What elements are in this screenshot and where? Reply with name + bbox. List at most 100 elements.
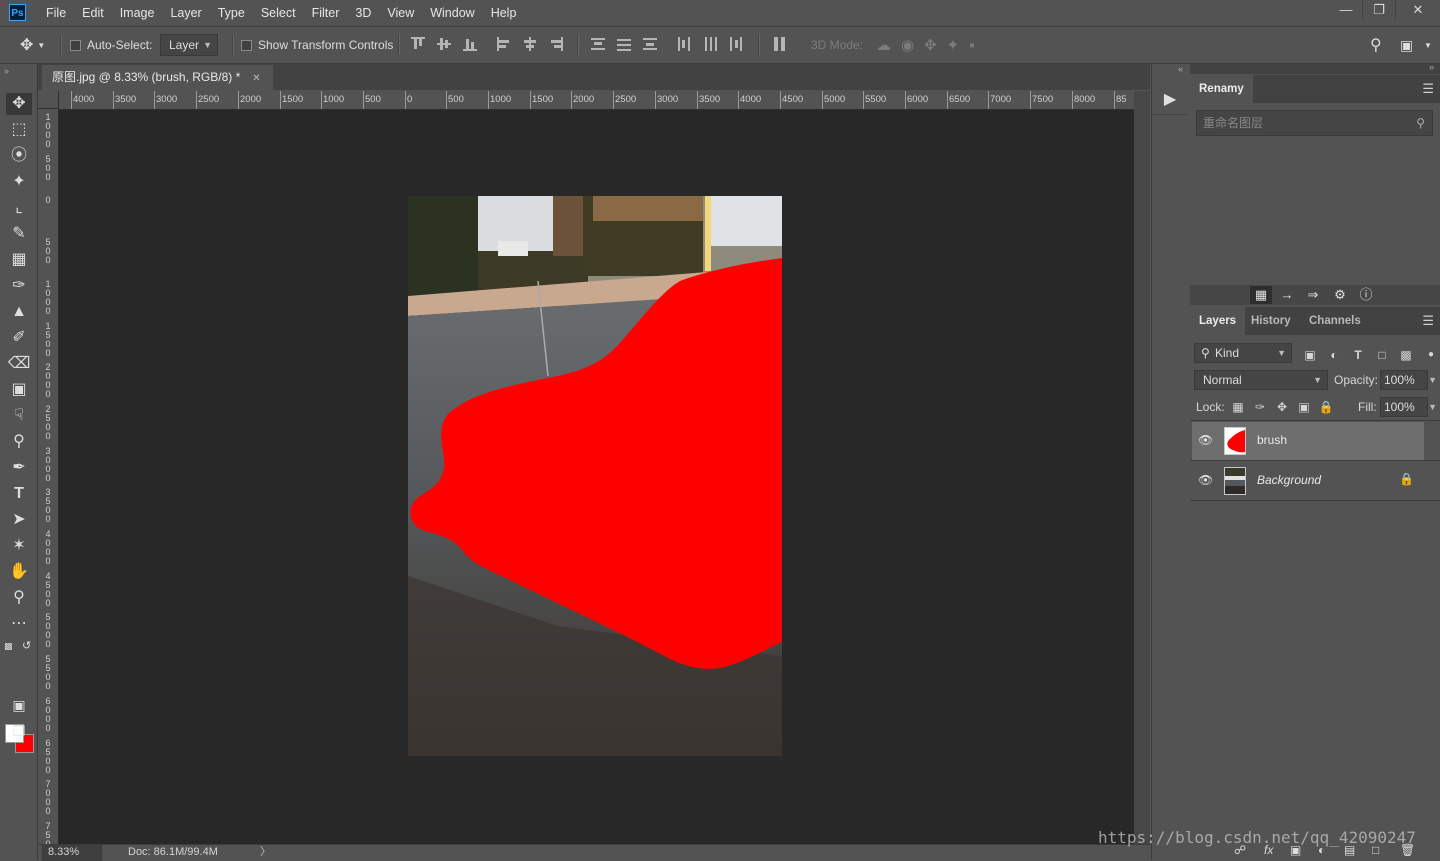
layer-row-brush[interactable]: 👁 brush <box>1192 422 1424 460</box>
auto-select-checkbox[interactable]: Auto-Select: <box>70 27 152 63</box>
eraser-tool-icon[interactable]: ⌫ <box>6 353 32 375</box>
arrow-right-icon[interactable]: → <box>1276 286 1298 304</box>
roll-3d-icon[interactable]: ◉ <box>901 36 924 54</box>
rectangular-marquee-tool-icon[interactable]: ⬚ <box>6 119 32 141</box>
layer-name-background[interactable]: Background <box>1257 473 1321 487</box>
default-colors-icon[interactable]: ▩ <box>4 641 13 652</box>
dodge-tool-icon[interactable]: ⚲ <box>6 431 32 453</box>
distribute-right-icon[interactable] <box>729 37 743 51</box>
camera-3d-icon[interactable]: ▪ <box>969 37 984 54</box>
menu-type[interactable]: Type <box>210 0 253 26</box>
layer-row-background[interactable]: 👁 Background 🔒 <box>1192 462 1424 500</box>
layer-filter-kind-dropdown[interactable]: ⚲ Kind ▼ <box>1194 343 1292 363</box>
auto-select-check[interactable] <box>70 39 81 51</box>
close-icon[interactable]: ✕ <box>252 73 260 84</box>
orbit-3d-icon[interactable]: ☁ <box>876 36 901 54</box>
menu-select[interactable]: Select <box>253 0 304 26</box>
distribute-left-icon[interactable] <box>677 37 691 51</box>
filter-toggle-icon[interactable]: ● <box>1423 347 1439 363</box>
lock-position-icon[interactable]: ✥ <box>1274 399 1290 415</box>
move-tool-preset[interactable]: ✥ ▼ <box>20 27 45 63</box>
menu-image[interactable]: Image <box>112 0 163 26</box>
menu-layer[interactable]: Layer <box>162 0 209 26</box>
lock-image-pixels-icon[interactable]: ✑ <box>1252 399 1268 415</box>
panel-menu-icon[interactable]: ☰ <box>1422 313 1434 329</box>
lock-transparent-pixels-icon[interactable]: ▦ <box>1230 399 1246 415</box>
align-top-icon[interactable] <box>411 37 425 51</box>
eye-icon[interactable]: 👁 <box>1198 473 1213 487</box>
filter-pixel-icon[interactable]: ▣ <box>1302 347 1318 363</box>
collapse-toolbar-icon[interactable]: » <box>4 66 9 76</box>
lasso-tool-icon[interactable]: ⦿ <box>6 145 32 167</box>
collapse-panels-icon[interactable]: » <box>1429 62 1434 72</box>
blend-mode-dropdown[interactable]: Normal ▼ <box>1194 370 1328 390</box>
horizontal-ruler[interactable]: 4000 3500 3000 2500 2000 1500 1000 500 0 500 1000 1… <box>59 91 1134 110</box>
tab-layers[interactable]: Layers <box>1190 307 1246 335</box>
menu-filter[interactable]: Filter <box>304 0 348 26</box>
screen-mode-icon[interactable]: ❐ <box>6 720 32 742</box>
type-tool-icon[interactable]: T <box>6 483 32 505</box>
distribute-horizontal-center-icon[interactable] <box>703 37 717 51</box>
filter-shape-icon[interactable]: □ <box>1374 347 1390 363</box>
renamy-search-input[interactable]: 重命名图层 ⚲ <box>1196 110 1433 136</box>
show-transform-check[interactable] <box>241 39 252 51</box>
align-vertical-center-icon[interactable] <box>437 37 451 51</box>
filter-smart-object-icon[interactable]: ▩ <box>1398 347 1414 363</box>
menu-window[interactable]: Window <box>422 0 482 26</box>
fill-input[interactable]: 100% ▼ <box>1380 397 1437 417</box>
distribute-top-icon[interactable] <box>591 37 605 51</box>
rename-icon[interactable]: ▦ <box>1250 286 1272 304</box>
gradient-tool-icon[interactable]: ▣ <box>6 379 32 401</box>
auto-align-layers-icon[interactable] <box>773 37 787 51</box>
chevron-down-icon[interactable]: ▼ <box>1428 398 1437 417</box>
menu-edit[interactable]: Edit <box>74 0 112 26</box>
settings-icon[interactable]: ⚙ <box>1329 286 1351 304</box>
help-icon[interactable]: ⓘ <box>1355 286 1377 304</box>
history-brush-tool-icon[interactable]: ✐ <box>6 327 32 349</box>
filter-type-icon[interactable]: T <box>1350 347 1366 363</box>
search-icon[interactable]: ⚲ <box>1370 27 1382 63</box>
workspace-icon[interactable]: ▣ <box>1400 27 1413 63</box>
custom-shape-tool-icon[interactable]: ✶ <box>6 535 32 557</box>
menu-3d[interactable]: 3D <box>347 0 379 26</box>
align-bottom-icon[interactable] <box>463 37 477 51</box>
expand-panels-icon[interactable]: « <box>1178 64 1183 74</box>
tab-channels[interactable]: Channels <box>1300 307 1370 335</box>
eyedropper-tool-icon[interactable]: ✎ <box>6 223 32 245</box>
vertical-ruler[interactable]: 1000500050010001500200025003000350040004… <box>38 109 59 844</box>
menu-view[interactable]: View <box>379 0 422 26</box>
chevron-down-icon[interactable]: ▼ <box>1424 27 1432 63</box>
distribute-bottom-icon[interactable] <box>643 37 657 51</box>
menu-help[interactable]: Help <box>483 0 525 26</box>
pan-3d-icon[interactable]: ✥ <box>924 36 947 54</box>
double-arrow-right-icon[interactable]: ⇒ <box>1302 286 1324 304</box>
show-transform-checkbox[interactable]: Show Transform Controls <box>241 27 393 63</box>
more-tools-icon[interactable]: ⋯ <box>6 613 32 635</box>
layer-name-brush[interactable]: brush <box>1257 433 1287 447</box>
document-tab[interactable]: 原图.jpg @ 8.33% (brush, RGB/8) * ✕ <box>42 65 273 90</box>
renamy-tab[interactable]: Renamy <box>1190 75 1253 103</box>
lock-artboard-icon[interactable]: ▣ <box>1296 399 1312 415</box>
menu-file[interactable]: File <box>38 0 74 26</box>
play-icon[interactable]: ▶ <box>1153 86 1187 115</box>
clone-stamp-tool-icon[interactable]: ▲ <box>6 301 32 323</box>
frame-tool-icon[interactable]: ▦ <box>6 249 32 271</box>
panel-menu-icon[interactable]: ☰ <box>1422 81 1434 97</box>
zoom-level-field[interactable]: 8.33% <box>42 845 102 861</box>
eye-icon[interactable]: 👁 <box>1198 433 1213 447</box>
document-image[interactable] <box>408 196 782 756</box>
slide-3d-icon[interactable]: ✦ <box>947 36 970 54</box>
vertical-scrollbar[interactable] <box>1134 91 1150 844</box>
align-right-icon[interactable] <box>549 37 563 51</box>
minimize-icon[interactable]: — <box>1330 0 1362 20</box>
path-selection-tool-icon[interactable]: ➤ <box>6 509 32 531</box>
auto-select-target-dropdown[interactable]: Layer ▼ <box>160 34 219 56</box>
distribute-vertical-center-icon[interactable] <box>617 37 631 51</box>
opacity-input[interactable]: 100% ▼ <box>1380 370 1437 390</box>
lock-all-icon[interactable]: 🔒 <box>1318 399 1334 415</box>
brush-tool-icon[interactable]: ✑ <box>6 275 32 297</box>
hand-tool-icon[interactable]: ✋ <box>6 561 32 583</box>
swap-colors-icon[interactable]: ↺ <box>22 639 31 652</box>
zoom-tool-icon[interactable]: ⚲ <box>6 587 32 609</box>
status-menu-arrow[interactable]: 〉 <box>260 845 271 860</box>
